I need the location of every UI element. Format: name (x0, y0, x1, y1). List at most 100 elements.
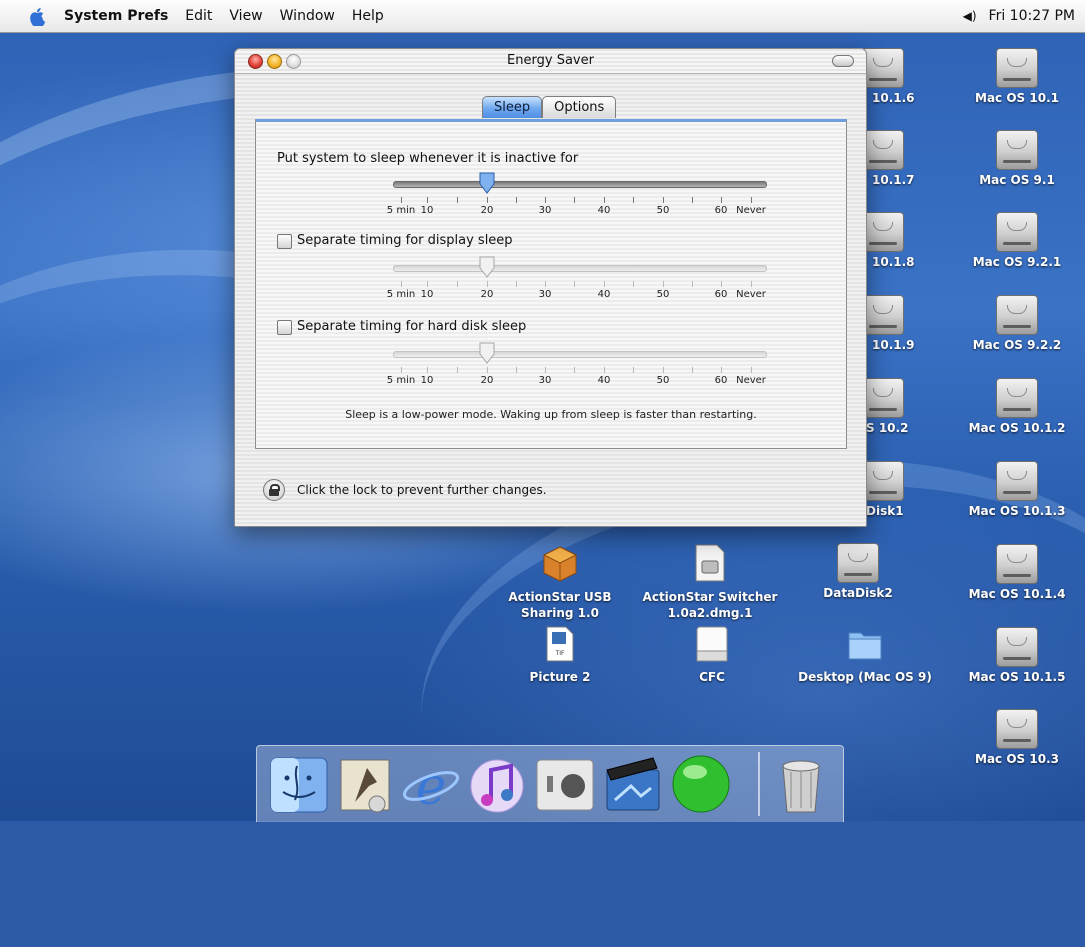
hard-drive-icon (996, 461, 1038, 501)
desktop-icon-label: Mac OS 9.2.1 (972, 255, 1062, 269)
sleep-footnote: Sleep is a low-power mode. Waking up fro… (345, 408, 757, 421)
desktop-icon-label: ActionStar USB Sharing 1.0 (508, 590, 612, 620)
slider-tick (487, 367, 488, 373)
desktop-icon-label: Mac OS 9.2.2 (972, 338, 1062, 352)
slider-tick (692, 197, 693, 203)
desktop-icon-picture-2[interactable]: TIF Picture 2 (502, 625, 618, 685)
hard-drive-icon (862, 295, 904, 335)
slider-scale-label: 5 min (386, 375, 416, 386)
slider-scale-label: 5 min (386, 289, 416, 300)
slider-tick (604, 367, 605, 373)
menu-window[interactable]: Window (280, 8, 335, 24)
desktop-icon-datadisk2[interactable]: DataDisk2 (798, 543, 918, 601)
slider-scale-label: Never (736, 375, 766, 386)
desktop-icon-cfc[interactable]: CFC (652, 625, 772, 685)
display-sleep-slider[interactable]: 5 min 10 20 30 40 50 60 Never (387, 256, 803, 300)
desktop-icon-mac-os-9-2-1[interactable]: Mac OS 9.2.1 (957, 212, 1077, 270)
desktop-icon-label: Mac OS 10.1.4 (968, 587, 1066, 601)
internet-explorer-icon[interactable]: e (399, 752, 463, 816)
tiff-file-icon: TIF (546, 626, 574, 662)
desktop-icon-mac-os-9-2-2[interactable]: Mac OS 9.2.2 (957, 295, 1077, 353)
hard-drive-icon (996, 212, 1038, 252)
slider-scale-label: 30 (538, 205, 552, 216)
dock: e (256, 745, 844, 822)
display-sleep-label: Separate timing for display sleep (297, 233, 513, 248)
slider-scale-label: 20 (480, 205, 494, 216)
slider-scale-label: 5 min (386, 205, 416, 216)
menu-app-name[interactable]: System Prefs (64, 8, 168, 24)
desktop-icon-label: Mac OS 10.1 (975, 91, 1059, 105)
slider-scale-label: 50 (656, 289, 670, 300)
slider-scale-label: 60 (714, 375, 728, 386)
desktop-icon-desktop-mac-os-9[interactable]: Desktop (Mac OS 9) (798, 625, 932, 685)
slider-tick (401, 367, 402, 373)
desktop-icon-mac-os-10-1[interactable]: Mac OS 10.1 (957, 48, 1077, 106)
volume-icon[interactable]: ◀) (963, 9, 977, 23)
slider-scale-label: 60 (714, 289, 728, 300)
slider-scale-label: 30 (538, 289, 552, 300)
desktop-icon-mac-os-9-1[interactable]: Mac OS 9.1 (957, 130, 1077, 188)
mail-icon[interactable] (333, 752, 397, 816)
menu-edit[interactable]: Edit (185, 8, 212, 24)
slider-scale-label: 20 (480, 375, 494, 386)
menu-clock[interactable]: Fri 10:27 PM (989, 8, 1075, 24)
desktop-icon-mac-os-10-1-2[interactable]: Mac OS 10.1.2 (957, 378, 1077, 436)
slider-tick (751, 281, 752, 287)
slider-thumb[interactable] (479, 256, 495, 278)
itunes-icon[interactable] (465, 752, 529, 816)
slider-thumb[interactable] (479, 172, 495, 194)
tab-options[interactable]: Options (542, 96, 617, 118)
svg-text:e: e (416, 757, 447, 816)
slider-scale-label: Never (736, 289, 766, 300)
desktop-icon-mac-os-10-1-4[interactable]: Mac OS 10.1.4 (957, 544, 1077, 602)
slider-tick (604, 281, 605, 287)
desktop-icon-actionstar-usb[interactable]: ActionStar USB Sharing 1.0 (502, 543, 618, 621)
slider-tick (401, 197, 402, 203)
disk-sleep-checkbox[interactable] (277, 320, 292, 335)
slider-scale-label: 50 (656, 205, 670, 216)
sleep-panel: Put system to sleep whenever it is inact… (255, 119, 847, 449)
hard-drive-icon (862, 378, 904, 418)
slider-tick (751, 197, 752, 203)
slider-tick (633, 281, 634, 287)
lock-text: Click the lock to prevent further change… (297, 483, 547, 497)
slider-tick (574, 367, 575, 373)
desktop-icon-label: Mac OS 10.1.5 (968, 670, 1066, 684)
folder-icon (848, 632, 882, 660)
slider-thumb[interactable] (479, 342, 495, 364)
trash-icon[interactable] (769, 752, 833, 816)
slider-track (393, 351, 767, 358)
slider-scale-label: 10 (420, 375, 434, 386)
system-preferences-icon[interactable] (533, 752, 597, 816)
slider-tick (633, 197, 634, 203)
hard-drive-icon (862, 48, 904, 88)
slider-tick (457, 281, 458, 287)
desktop-icon-label: Mac OS 10.1.3 (968, 504, 1066, 518)
lock-icon[interactable] (263, 479, 285, 501)
slider-tick (487, 281, 488, 287)
green-orb-icon[interactable] (669, 752, 733, 816)
disk-sleep-slider[interactable]: 5 min 10 20 30 40 50 60 Never (387, 342, 803, 386)
apple-menu-icon[interactable] (28, 6, 48, 26)
desktop-icon-mac-os-10-3[interactable]: Mac OS 10.3 (957, 709, 1077, 767)
slider-tick (721, 367, 722, 373)
menu-view[interactable]: View (229, 8, 262, 24)
desktop-icon-mac-os-10-1-3[interactable]: Mac OS 10.1.3 (957, 461, 1077, 519)
tab-bar: Sleep Options (482, 96, 617, 118)
display-sleep-checkbox[interactable] (277, 234, 292, 249)
finder-icon[interactable] (267, 752, 331, 816)
desktop-icon-mac-os-10-1-5[interactable]: Mac OS 10.1.5 (957, 627, 1077, 685)
system-sleep-slider[interactable]: 5 min 10 20 30 40 50 60 Never (387, 172, 803, 216)
window-titlebar[interactable]: Energy Saver (235, 49, 866, 74)
dock-separator (758, 752, 760, 816)
menu-help[interactable]: Help (352, 8, 384, 24)
slider-scale-label: 40 (597, 205, 611, 216)
desktop-icon-label: Desktop (Mac OS 9) (798, 670, 932, 684)
hard-drive-icon (996, 544, 1038, 584)
desktop-icon-actionstar-switcher[interactable]: ActionStar Switcher 1.0a2.dmg.1 (640, 543, 780, 621)
tab-sleep[interactable]: Sleep (482, 96, 543, 118)
slider-ticks (393, 281, 765, 287)
slider-ticks (393, 367, 765, 373)
imovie-icon[interactable] (601, 752, 665, 816)
toolbar-toggle-button[interactable] (832, 55, 854, 67)
